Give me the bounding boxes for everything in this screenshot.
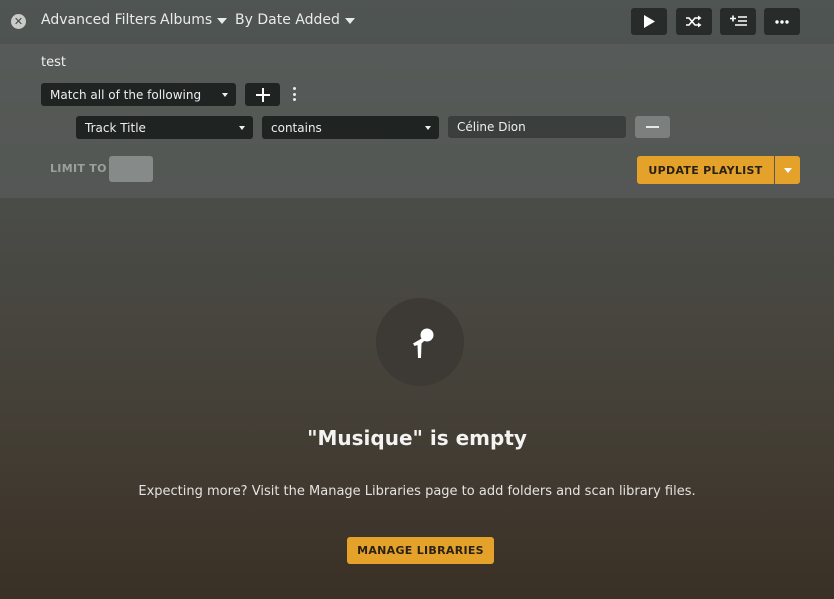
remove-rule-button[interactable] — [635, 116, 670, 138]
microphone-icon — [413, 328, 434, 358]
empty-state-icon-circle — [376, 298, 464, 386]
chevron-down-icon — [217, 17, 228, 24]
playlist-name[interactable]: test — [41, 55, 66, 70]
limit-label: LIMIT TO — [50, 162, 107, 175]
top-bar: ✕ Advanced Filters Albums By Date Added — [0, 0, 834, 44]
page-title: Advanced Filters — [41, 12, 157, 28]
shuffle-button[interactable] — [676, 8, 712, 35]
add-rule-button[interactable] — [245, 83, 280, 106]
more-button[interactable] — [764, 8, 800, 35]
close-icon[interactable]: ✕ — [11, 14, 26, 29]
more-icon — [775, 19, 789, 24]
rule-value-input[interactable] — [448, 116, 626, 138]
chevron-down-icon — [239, 126, 245, 130]
sort-dropdown-label: By Date Added — [235, 12, 340, 28]
manage-libraries-button[interactable]: MANAGE LIBRARIES — [347, 537, 494, 564]
sort-dropdown[interactable]: By Date Added — [235, 12, 355, 28]
empty-state-title: "Musique" is empty — [307, 426, 527, 450]
rule-options-icon[interactable] — [291, 87, 297, 101]
play-icon — [644, 15, 655, 28]
chevron-down-icon — [222, 93, 228, 97]
rule-field-select[interactable]: Track Title — [76, 116, 253, 139]
match-select[interactable]: Match all of the following — [41, 83, 236, 106]
type-dropdown[interactable]: Albums — [160, 12, 228, 28]
rule-operator-select[interactable]: contains — [262, 116, 439, 139]
chevron-down-icon — [425, 126, 431, 130]
play-button[interactable] — [631, 8, 667, 35]
minus-icon — [646, 126, 659, 128]
chevron-down-icon — [783, 167, 792, 173]
rule-field-label: Track Title — [85, 120, 146, 135]
add-to-queue-icon — [729, 15, 747, 26]
plus-icon — [255, 87, 270, 102]
empty-state-description: Expecting more? Visit the Manage Librari… — [138, 484, 696, 499]
rule-operator-label: contains — [271, 120, 322, 135]
type-dropdown-label: Albums — [160, 12, 213, 28]
chevron-down-icon — [344, 17, 355, 24]
update-playlist-button[interactable]: UPDATE PLAYLIST — [637, 156, 774, 184]
shuffle-icon — [686, 15, 702, 28]
update-playlist-dropdown[interactable] — [775, 156, 800, 184]
add-to-queue-button[interactable] — [720, 8, 756, 35]
limit-toggle[interactable] — [109, 156, 153, 182]
match-select-label: Match all of the following — [50, 87, 202, 102]
